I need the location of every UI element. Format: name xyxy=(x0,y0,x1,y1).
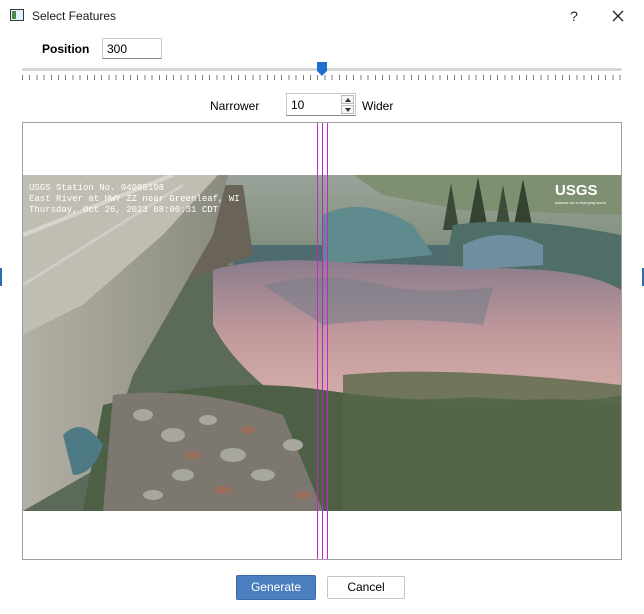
narrower-label: Narrower xyxy=(210,99,260,113)
position-input[interactable]: 300 xyxy=(102,38,162,59)
overlay-line-1: USGS Station No. 04085108 xyxy=(29,183,164,193)
image-preview[interactable]: USGS Station No. 04085108 East River at … xyxy=(22,122,622,560)
width-value[interactable]: 10 xyxy=(291,98,304,112)
chevron-down-icon xyxy=(345,108,351,112)
window-edge-left xyxy=(0,268,2,286)
close-icon xyxy=(612,10,624,22)
position-slider[interactable] xyxy=(22,60,622,82)
app-icon xyxy=(10,9,24,21)
spin-up-button[interactable] xyxy=(341,95,354,104)
svg-text:USGS: USGS xyxy=(555,182,598,199)
generate-button[interactable]: Generate xyxy=(236,575,316,600)
close-button[interactable] xyxy=(604,4,632,28)
window-title: Select Features xyxy=(32,9,117,23)
title-bar: Select Features ? xyxy=(0,0,644,32)
feature-line-left xyxy=(317,123,318,559)
overlay-line-2: East River at HWY ZZ near Greenleaf, WI xyxy=(29,194,240,204)
chevron-up-icon xyxy=(345,98,351,102)
feature-line-right xyxy=(327,123,328,559)
svg-text:science for a changing world: science for a changing world xyxy=(555,200,606,205)
slider-handle[interactable] xyxy=(317,62,327,76)
position-label: Position xyxy=(42,42,90,56)
feature-line-center xyxy=(322,123,323,559)
wider-label: Wider xyxy=(362,99,394,113)
help-button[interactable]: ? xyxy=(562,4,586,28)
spin-down-button[interactable] xyxy=(341,105,354,114)
width-spinbox[interactable]: 10 xyxy=(286,93,356,116)
overlay-line-3: Thursday, Oct 26, 2023 08:00:31 CDT xyxy=(29,205,219,215)
cancel-button[interactable]: Cancel xyxy=(327,576,405,599)
